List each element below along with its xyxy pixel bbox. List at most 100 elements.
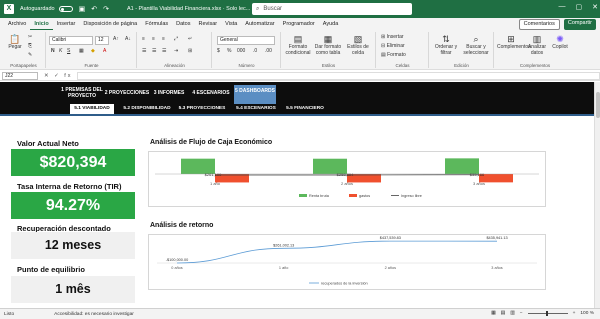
comma-icon[interactable]: 000: [237, 48, 245, 54]
tab-revisar[interactable]: Revisar: [195, 18, 222, 30]
align-bottom-icon[interactable]: ≡: [162, 36, 165, 42]
number-format-select[interactable]: General: [217, 36, 275, 45]
shrink-font-icon[interactable]: A↓: [125, 36, 131, 42]
find-select-button[interactable]: ⌕ Buscar y seleccionar: [462, 34, 490, 56]
nav-proyecciones[interactable]: 2 PROYECCIONES: [104, 90, 150, 96]
vertical-scrollbar[interactable]: [594, 82, 600, 308]
zoom-in-icon[interactable]: +: [573, 311, 576, 316]
border-icon[interactable]: ▦: [79, 48, 84, 54]
align-left-icon[interactable]: ☰: [142, 48, 146, 54]
subnav-financiero[interactable]: 5.5 FINANCIERO: [280, 104, 330, 114]
formula-input[interactable]: [76, 71, 600, 80]
tab-disposicion[interactable]: Disposición de página: [79, 18, 141, 30]
group-label: Celdas: [395, 63, 410, 68]
x-tick-label: 3 años: [473, 181, 485, 186]
save-icon[interactable]: ▣: [79, 5, 86, 13]
group-cells: ⊞ Insertar ⊟ Eliminar ▤ Formato Celdas: [377, 32, 429, 68]
delete-cells-button[interactable]: ⊟ Eliminar: [381, 43, 405, 49]
subnav-proyecciones[interactable]: 5.3 PROYECCIONES: [176, 104, 228, 114]
copilot-button[interactable]: ✺ Copilot: [549, 34, 571, 50]
nav-premisas[interactable]: 1 PREMISAS DEL PROYECTO: [58, 87, 106, 99]
redo-icon[interactable]: ↷: [103, 5, 109, 13]
data-label: -$100,000.00: [166, 258, 188, 262]
decrease-decimal-icon[interactable]: .00: [265, 48, 272, 54]
tab-archivo[interactable]: Archivo: [4, 18, 30, 30]
font-color-icon[interactable]: A: [103, 48, 106, 54]
group-label: Complementos: [519, 63, 551, 68]
sort-filter-button[interactable]: ⇅ Ordenar y filtrar: [432, 34, 460, 56]
font-size-select[interactable]: 12: [95, 36, 109, 45]
paste-button[interactable]: 📋 Pegar: [6, 34, 24, 50]
autosave-toggle[interactable]: [58, 6, 73, 12]
tab-insertar[interactable]: Insertar: [53, 18, 80, 30]
subnav-disponibilidad[interactable]: 5.2 DISPONIBILIDAD: [118, 104, 176, 114]
grow-font-icon[interactable]: A↑: [113, 36, 119, 42]
tab-programador[interactable]: Programador: [279, 18, 319, 30]
indent-icon[interactable]: ⇥: [174, 48, 178, 54]
undo-icon[interactable]: ↶: [91, 5, 97, 13]
subnav-viabilidad[interactable]: 5.1 VIABILIDAD: [70, 104, 114, 114]
group-styles: ▤ Formato condicional ▦ Dar formato como t…: [282, 32, 376, 68]
nav-informes[interactable]: 3 INFORMES: [152, 90, 186, 96]
dashboard-nav: 1 PREMISAS DEL PROYECTO 2 PROYECCIONES 3…: [0, 82, 594, 104]
name-box[interactable]: J22: [2, 71, 38, 80]
page-layout-icon[interactable]: ▤: [501, 311, 506, 316]
nav-dashboards[interactable]: 5 DASHBOARDS: [234, 85, 276, 104]
kpi-value-recuperacion: 12 meses: [11, 232, 135, 259]
legend-label: Ingreso libre: [401, 194, 422, 198]
font-name-select[interactable]: Calibri: [49, 36, 93, 45]
copy-icon[interactable]: ⎘: [28, 43, 32, 49]
zoom-slider[interactable]: [527, 311, 568, 316]
analyze-data-button[interactable]: ▥ Analizar datos: [527, 34, 547, 56]
fill-color-icon[interactable]: ◆: [91, 48, 95, 54]
conditional-format-button[interactable]: ▤ Formato condicional: [284, 34, 312, 56]
format-table-button[interactable]: ▦ Dar formato como tabla: [314, 34, 342, 56]
maximize-icon[interactable]: ▢: [576, 3, 583, 11]
wrap-text-icon[interactable]: ↵: [188, 36, 192, 42]
tab-datos[interactable]: Datos: [172, 18, 194, 30]
page-break-icon[interactable]: ▥: [510, 311, 515, 316]
comments-button[interactable]: Comentarios: [518, 19, 560, 30]
cut-icon[interactable]: ✂: [28, 34, 32, 40]
minimize-icon[interactable]: —: [559, 3, 566, 11]
format-cells-button[interactable]: ▤ Formato: [381, 52, 406, 58]
kpi-value-equilibrio: 1 mês: [11, 276, 135, 303]
tab-automatizar[interactable]: Automatizar: [241, 18, 278, 30]
underline-icon[interactable]: S: [67, 48, 70, 54]
accessibility-status[interactable]: Accesibilidad: es necesario investigar: [54, 312, 134, 317]
nav-escenarios[interactable]: 4 ESCENARIOS: [190, 90, 232, 96]
percent-icon[interactable]: %: [227, 48, 231, 54]
currency-icon[interactable]: $: [217, 48, 220, 54]
bold-icon[interactable]: N: [51, 48, 55, 54]
tab-vista[interactable]: Vista: [221, 18, 241, 30]
subnav-escenarios[interactable]: 5.4 ESCENARIOS: [232, 104, 280, 114]
align-top-icon[interactable]: ≡: [142, 36, 145, 42]
insert-cells-button[interactable]: ⊞ Insertar: [381, 34, 404, 40]
align-middle-icon[interactable]: ≡: [152, 36, 155, 42]
x-tick-label: 3 años: [491, 266, 503, 270]
format-painter-icon[interactable]: ✎: [28, 52, 32, 58]
cell-styles-icon: ▧: [353, 34, 363, 44]
cell-styles-button[interactable]: ▧ Estilos de celda: [344, 34, 372, 56]
scroll-thumb[interactable]: [596, 92, 600, 118]
orientation-icon[interactable]: ⤢: [174, 36, 178, 42]
normal-view-icon[interactable]: ▦: [491, 311, 496, 316]
zoom-level[interactable]: 100 %: [580, 311, 594, 316]
merge-center-icon[interactable]: ⊞: [188, 48, 192, 54]
italic-icon[interactable]: K: [59, 48, 62, 54]
tab-formulas[interactable]: Fórmulas: [141, 18, 172, 30]
share-button[interactable]: Compartir: [563, 19, 596, 30]
tab-ayuda[interactable]: Ayuda: [319, 18, 343, 30]
zoom-out-icon[interactable]: −: [520, 311, 523, 316]
close-icon[interactable]: ✕: [592, 3, 598, 11]
group-clipboard: 📋 Pegar ✂ ⎘ ✎ Portapapeles: [2, 32, 46, 68]
fx-icon[interactable]: fx: [64, 73, 72, 79]
search-box[interactable]: ⌕ Buscar: [252, 3, 412, 15]
tab-inicio[interactable]: Inicio: [30, 18, 53, 30]
addins-button[interactable]: ⊞ Complementos: [497, 34, 531, 50]
increase-decimal-icon[interactable]: .0: [253, 48, 257, 54]
legend-label: recuperados de la inversión: [321, 282, 368, 286]
align-right-icon[interactable]: ☰: [162, 48, 166, 54]
x-tick-label: 2 años: [341, 181, 353, 186]
align-center-icon[interactable]: ☰: [152, 48, 156, 54]
